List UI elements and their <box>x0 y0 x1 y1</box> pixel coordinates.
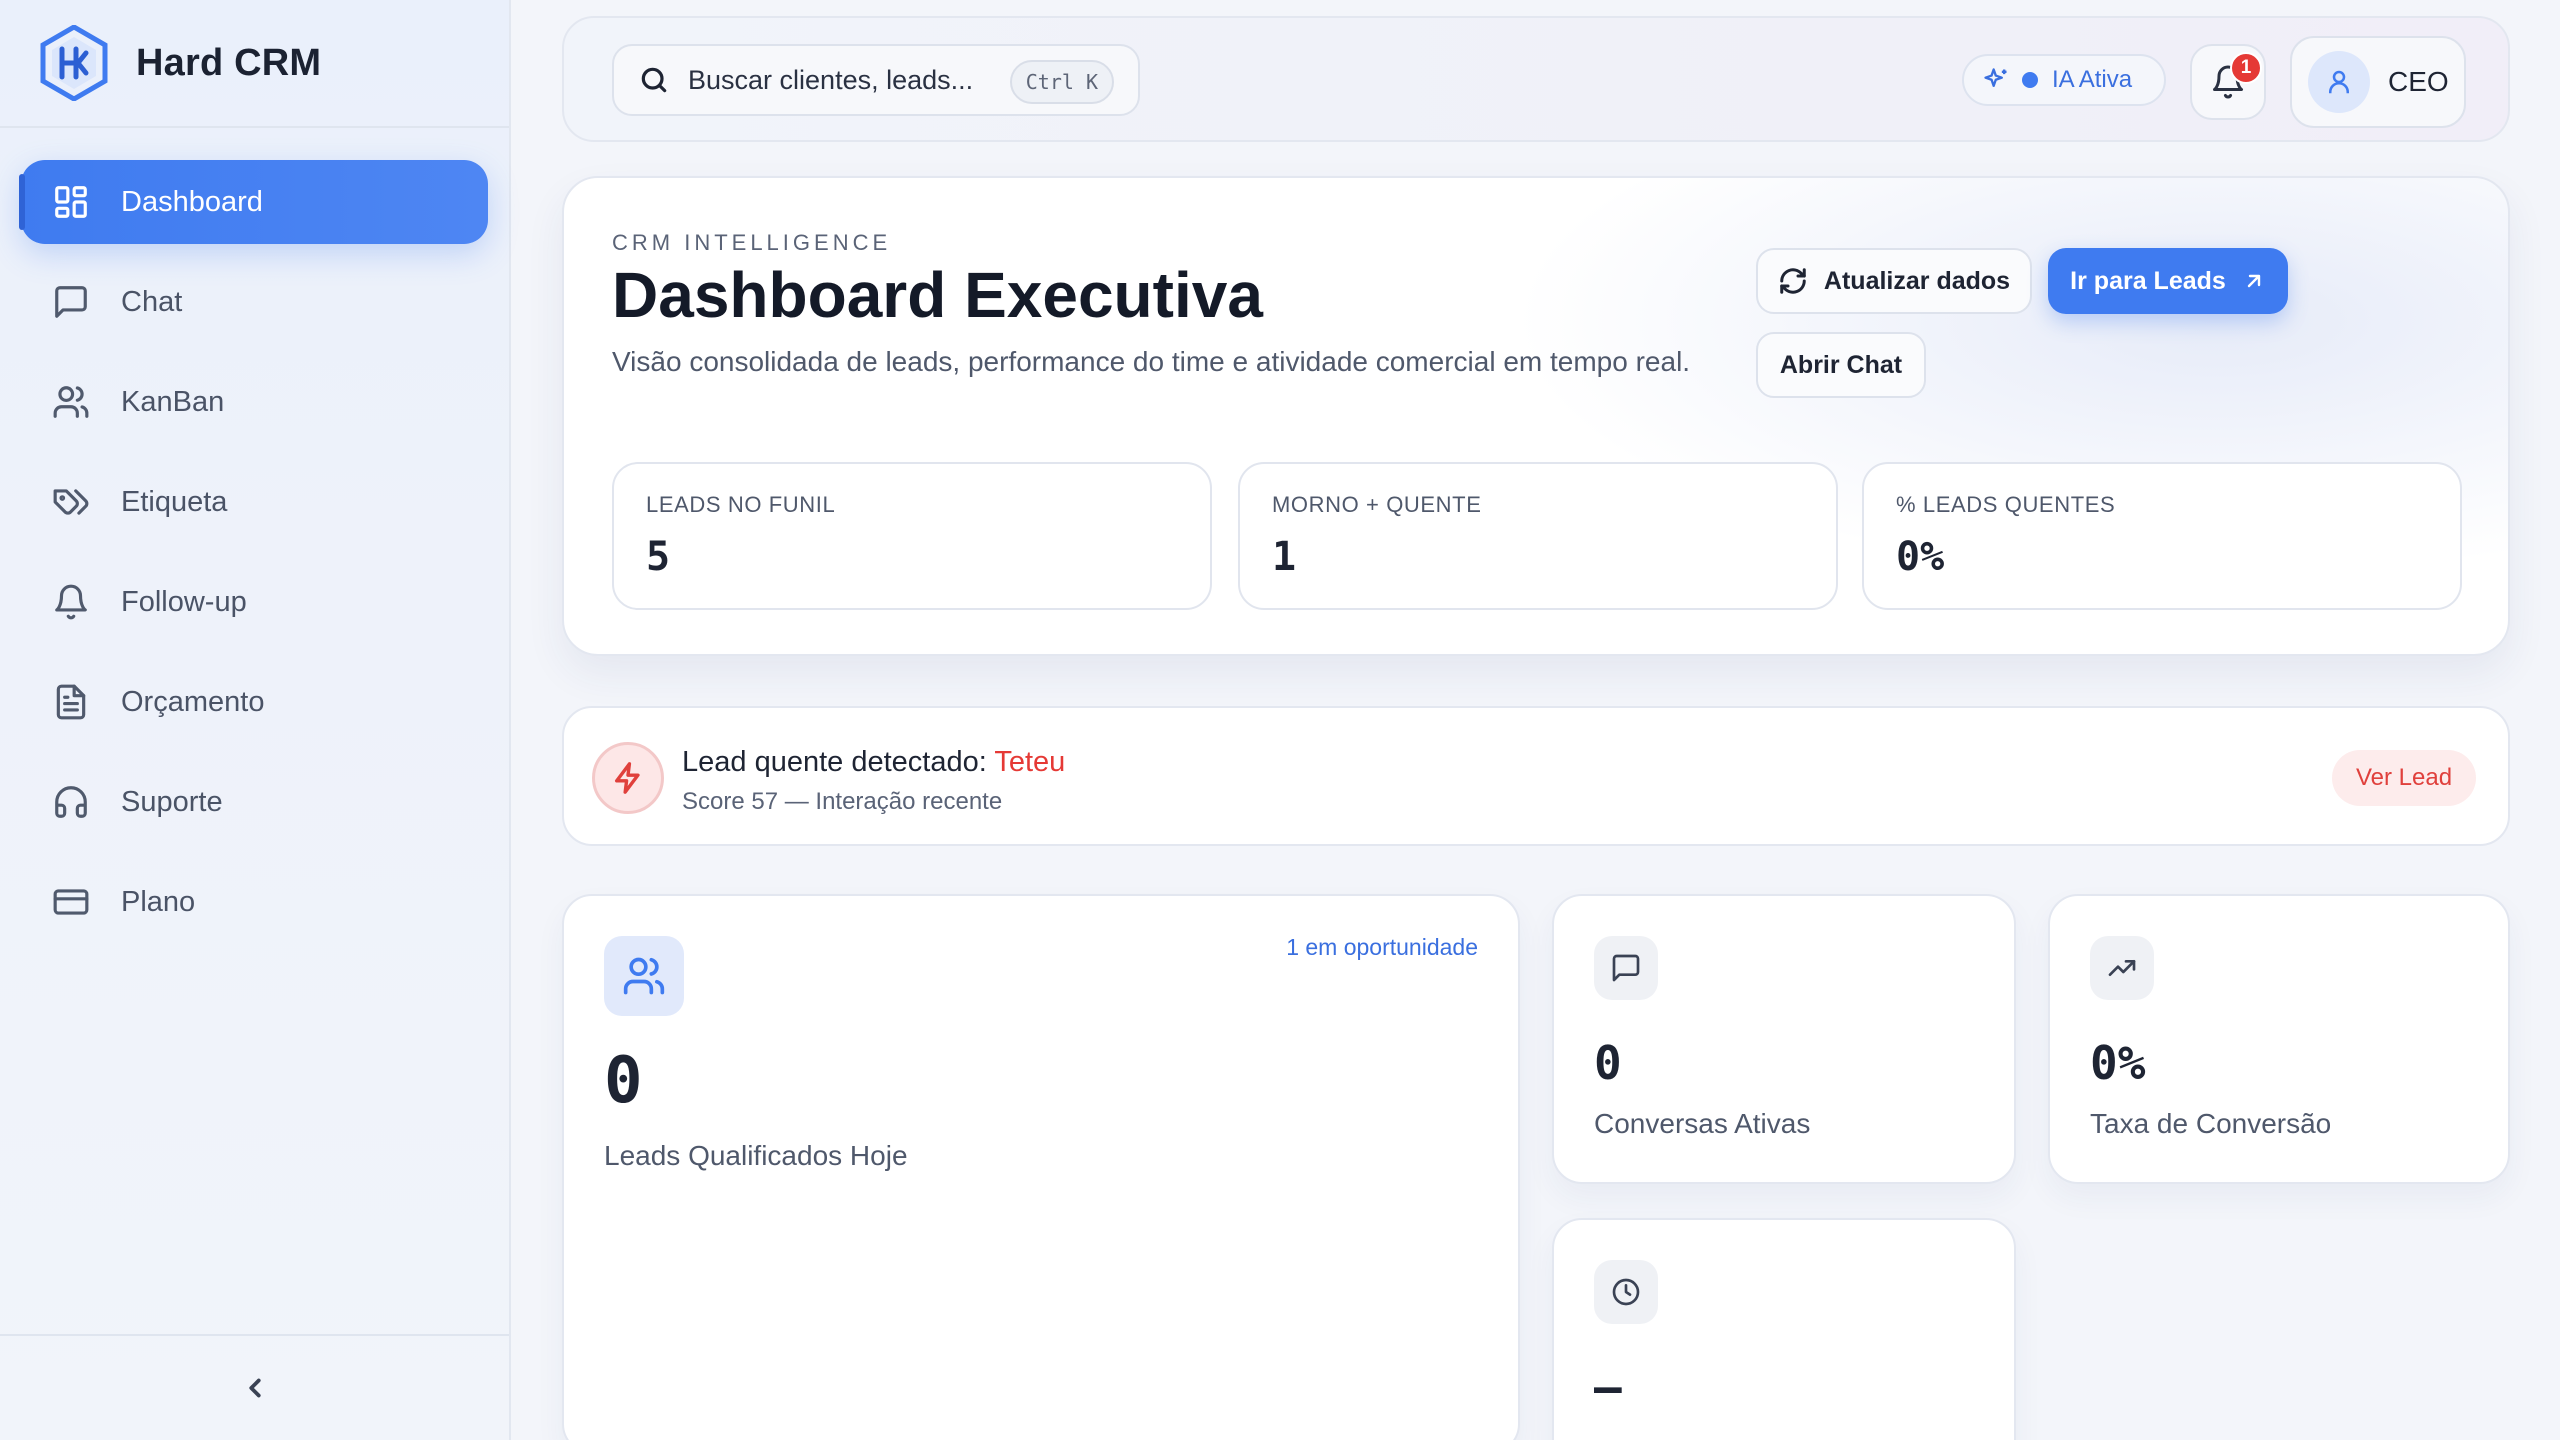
metric-value: 1 <box>1272 534 1297 580</box>
sidebar-item-plano[interactable]: Plano <box>21 860 488 944</box>
chevron-left-icon <box>248 1378 261 1398</box>
metric-value: 0% <box>1896 534 1945 580</box>
user-icon <box>2329 70 2349 94</box>
clock-icon <box>1594 1260 1658 1324</box>
main-content: Buscar clientes, leads... Ctrl K IA Ativ… <box>562 0 2510 1440</box>
metric-label: % LEADS QUENTES <box>1896 492 2116 517</box>
ai-status-dot <box>2022 72 2038 88</box>
document-icon <box>51 682 91 722</box>
arrow-up-right-icon <box>2247 274 2261 288</box>
user-role: CEO <box>2388 66 2449 97</box>
ai-status-badge[interactable]: IA Ativa <box>1962 54 2166 106</box>
stat-label: Conversas Ativas <box>1594 1108 1811 1139</box>
user-menu-button[interactable]: CEO <box>2290 36 2466 128</box>
sidebar-item-label: KanBan <box>121 385 225 418</box>
stat-value: 0 <box>1594 1036 1622 1090</box>
users-icon <box>604 936 684 1016</box>
sparkles-icon <box>1984 68 2007 88</box>
hero-eyebrow: CRM INTELLIGENCE <box>612 230 892 255</box>
open-chat-button[interactable]: Abrir Chat <box>1756 332 1926 398</box>
stat-value: — <box>1594 1360 1622 1414</box>
refresh-icon <box>1780 268 1806 294</box>
topbar: Buscar clientes, leads... Ctrl K IA Ativ… <box>562 16 2510 142</box>
sidebar-item-label: Dashboard <box>121 185 263 218</box>
stat-label: Leads Qualificados Hoje <box>604 1140 908 1171</box>
lightning-icon <box>592 742 664 814</box>
dashboard-hero: CRM INTELLIGENCE Dashboard Executiva Vis… <box>562 176 2510 656</box>
sidebar-item-label: Chat <box>121 285 183 318</box>
search-input[interactable]: Buscar clientes, leads... Ctrl K <box>612 44 1140 116</box>
stat-card-qualified-leads: 1 em oportunidade 0 Leads Qualificados H… <box>562 894 1520 1440</box>
stat-card-conversion-rate: 0% Taxa de Conversão <box>2048 894 2510 1184</box>
refresh-data-button[interactable]: Atualizar dados <box>1756 248 2032 314</box>
alert-subtitle: Score 57 — Interação recente <box>682 788 1003 815</box>
refresh-data-label: Atualizar dados <box>1823 266 2011 295</box>
brand[interactable]: Hard CRM <box>0 0 509 128</box>
sidebar-collapse-button[interactable] <box>0 1334 509 1440</box>
sidebar-item-label: Etiqueta <box>121 485 228 518</box>
message-icon <box>51 282 91 322</box>
search-placeholder: Buscar clientes, leads... <box>688 64 974 95</box>
metric-card-warm-hot: MORNO + QUENTE 1 <box>1238 462 1838 610</box>
sidebar-item-label: Plano <box>121 885 196 918</box>
hard-crm-logo-icon <box>40 25 108 101</box>
view-lead-button[interactable]: Ver Lead <box>2332 750 2476 806</box>
metric-card-hot-percent: % LEADS QUENTES 0% <box>1862 462 2462 610</box>
sidebar-item-orcamento[interactable]: Orçamento <box>21 660 488 744</box>
opportunity-tag: 1 em oportunidade <box>1286 934 1478 960</box>
metric-card-leads-funnel: LEADS NO FUNIL 5 <box>612 462 1212 610</box>
metric-label: MORNO + QUENTE <box>1272 492 1482 517</box>
brand-name: Hard CRM <box>136 41 322 84</box>
tags-icon <box>51 482 91 522</box>
message-icon <box>1594 936 1658 1000</box>
notification-count-badge: 1 <box>2230 52 2262 84</box>
ai-status-label: IA Ativa <box>2052 66 2133 93</box>
sidebar-item-follow-up[interactable]: Follow-up <box>21 560 488 644</box>
open-chat-label: Abrir Chat <box>1779 350 1903 379</box>
stat-card-active-conversations: 0 Conversas Ativas <box>1552 894 2016 1184</box>
alert-lead-name: Teteu <box>994 746 1066 778</box>
metric-label: LEADS NO FUNIL <box>646 492 836 517</box>
sidebar-item-label: Orçamento <box>121 685 265 718</box>
trending-up-icon <box>2090 936 2154 1000</box>
stat-value: 0 <box>604 1044 643 1118</box>
headset-icon <box>51 782 91 822</box>
sidebar-item-label: Follow-up <box>121 585 247 618</box>
notifications-button[interactable]: 1 <box>2190 44 2266 120</box>
stat-card-response-time: — <box>1552 1218 2016 1440</box>
sidebar-nav: Dashboard Chat KanBan Etiqueta Follow-up <box>0 128 509 944</box>
search-shortcut: Ctrl K <box>1009 60 1114 104</box>
go-to-leads-label: Ir para Leads <box>2070 266 2226 295</box>
avatar <box>2308 51 2370 113</box>
hot-lead-alert: Lead quente detectado: Teteu Score 57 — … <box>562 706 2510 846</box>
alert-title-prefix: Lead quente detectado: <box>682 746 995 778</box>
page-subtitle: Visão consolidada de leads, performance … <box>612 346 1691 377</box>
sidebar-item-etiqueta[interactable]: Etiqueta <box>21 460 488 544</box>
users-icon <box>51 382 91 422</box>
sidebar: Hard CRM Dashboard Chat KanBan Etiqueta <box>0 0 511 1440</box>
metric-value: 5 <box>646 534 671 580</box>
sidebar-item-label: Suporte <box>121 785 223 818</box>
go-to-leads-button[interactable]: Ir para Leads <box>2048 248 2288 314</box>
bell-icon <box>51 582 91 622</box>
search-icon <box>641 67 667 93</box>
stat-label: Taxa de Conversão <box>2090 1108 2332 1139</box>
grid-icon <box>51 182 91 222</box>
credit-card-icon <box>51 882 91 922</box>
sidebar-item-kanban[interactable]: KanBan <box>21 360 488 444</box>
stat-value: 0% <box>2090 1036 2146 1090</box>
page-title: Dashboard Executiva <box>612 259 1263 331</box>
sidebar-item-dashboard[interactable]: Dashboard <box>19 160 488 244</box>
alert-title: Lead quente detectado: Teteu <box>682 746 1065 779</box>
sidebar-item-suporte[interactable]: Suporte <box>21 760 488 844</box>
sidebar-item-chat[interactable]: Chat <box>21 260 488 344</box>
